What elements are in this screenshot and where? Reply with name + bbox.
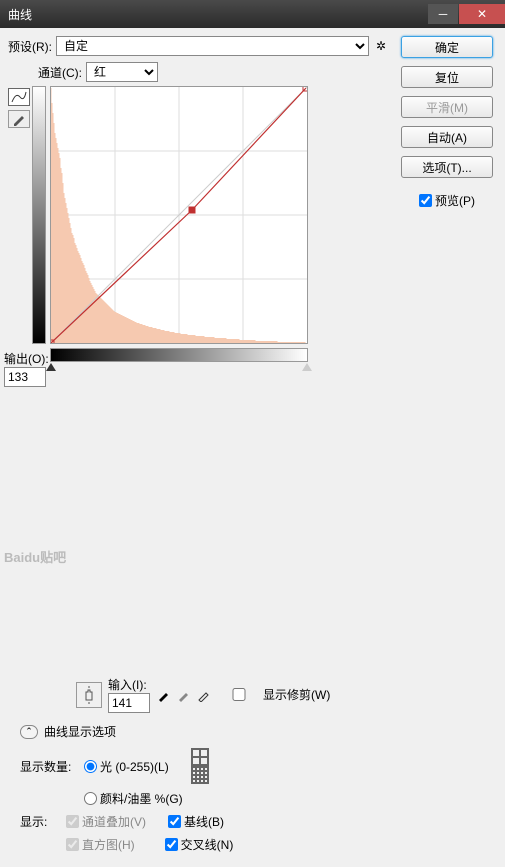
show-clipping-checkbox[interactable]: 显示修剪(W) xyxy=(218,686,330,703)
show-label: 显示: xyxy=(20,813,62,830)
histogram-checkbox[interactable]: 直方图(H) xyxy=(66,836,135,853)
close-button[interactable]: ✕ xyxy=(459,4,505,24)
window-title: 曲线 xyxy=(8,6,32,23)
hand-icon xyxy=(80,686,98,704)
channel-overlay-checkbox[interactable]: 通道叠加(V) xyxy=(66,813,146,830)
gear-icon[interactable]: ✲ xyxy=(373,39,389,53)
disclosure-label: 曲线显示选项 xyxy=(44,723,116,740)
curve-tool[interactable] xyxy=(8,88,30,106)
output-label: 输出(O): xyxy=(4,350,49,367)
gray-eyedropper[interactable] xyxy=(176,687,192,703)
light-radio[interactable]: 光 (0-255)(L) xyxy=(84,758,169,775)
smooth-button: 平滑(M) xyxy=(401,96,493,118)
output-gradient xyxy=(32,86,46,344)
target-adjust-tool[interactable] xyxy=(76,682,102,708)
grid-coarse-button[interactable] xyxy=(191,748,209,766)
eyedropper-icon xyxy=(197,688,211,702)
watermark: Baidu贴吧 xyxy=(4,547,66,566)
curve-graph[interactable] xyxy=(50,86,308,344)
disclosure-toggle[interactable]: ⌃ xyxy=(20,725,38,739)
preset-select[interactable]: 自定 xyxy=(56,36,369,56)
output-field[interactable] xyxy=(4,367,46,387)
title-bar: 曲线 ─ ✕ xyxy=(0,0,505,28)
grid-fine-button[interactable] xyxy=(191,766,209,784)
input-gradient xyxy=(50,348,308,362)
ink-radio[interactable]: 颜料/油墨 %(G) xyxy=(84,790,183,807)
pencil-icon xyxy=(12,112,26,126)
baseline-checkbox[interactable]: 基线(B) xyxy=(168,813,224,830)
intersection-checkbox[interactable]: 交叉线(N) xyxy=(165,836,234,853)
white-eyedropper[interactable] xyxy=(196,687,212,703)
curve-icon xyxy=(11,91,27,103)
ok-button[interactable]: 确定 xyxy=(401,36,493,58)
minimize-button[interactable]: ─ xyxy=(428,4,458,24)
white-point-slider[interactable] xyxy=(302,363,312,371)
channel-select[interactable]: 红 xyxy=(86,62,158,82)
auto-button[interactable]: 自动(A) xyxy=(401,126,493,148)
show-amount-label: 显示数量: xyxy=(20,758,80,775)
input-field[interactable] xyxy=(108,693,150,713)
input-label: 输入(I): xyxy=(108,676,150,693)
pencil-tool[interactable] xyxy=(8,110,30,128)
black-eyedropper[interactable] xyxy=(156,687,172,703)
reset-button[interactable]: 复位 xyxy=(401,66,493,88)
options-button[interactable]: 选项(T)... xyxy=(401,156,493,178)
channel-label: 通道(C): xyxy=(38,64,82,81)
preset-label: 预设(R): xyxy=(8,38,52,55)
eyedropper-icon xyxy=(157,688,171,702)
preview-checkbox[interactable]: 预览(P) xyxy=(419,192,475,209)
eyedropper-icon xyxy=(177,688,191,702)
